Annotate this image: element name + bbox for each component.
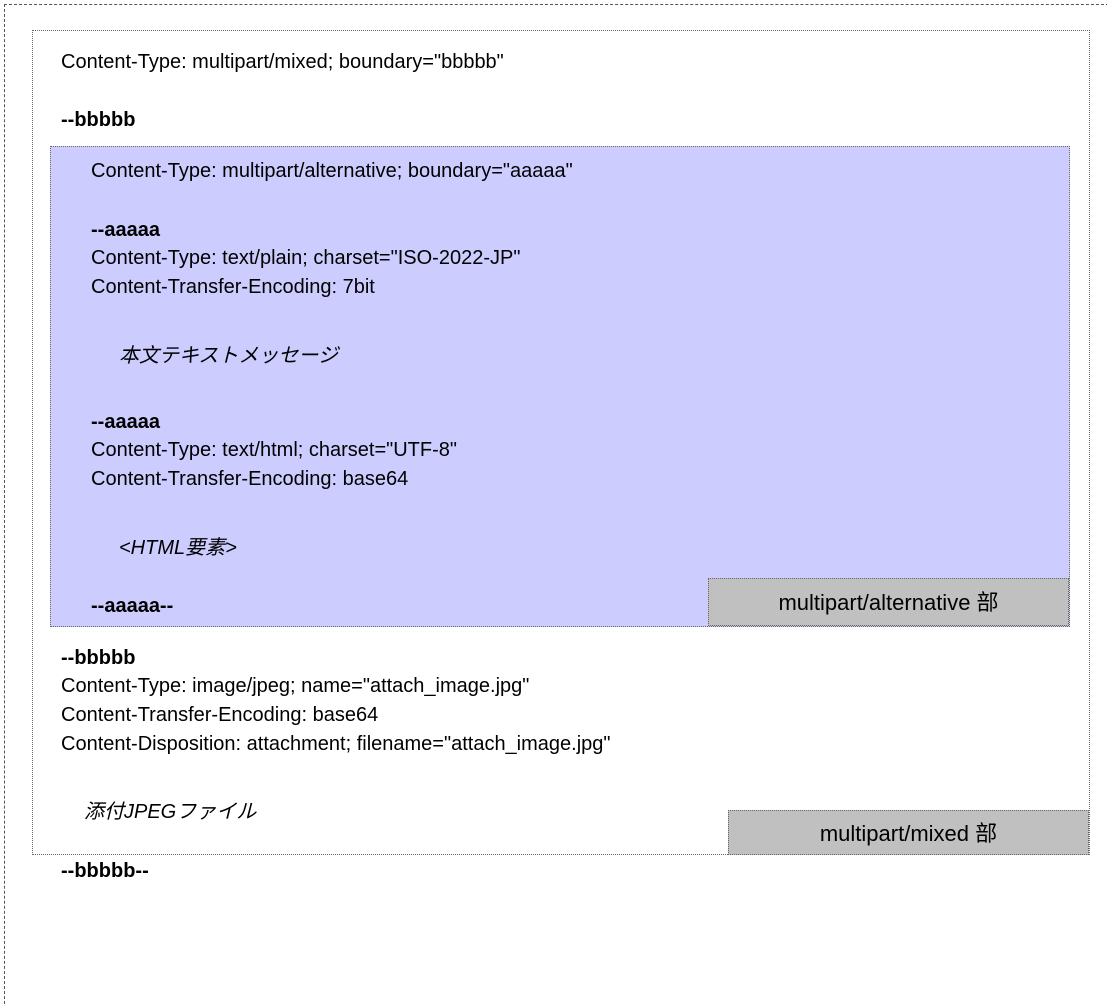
plain-transfer-encoding: Content-Transfer-Encoding: 7bit xyxy=(91,276,375,298)
attachment-body: 添付JPEGファイル xyxy=(84,801,257,823)
plain-text-body: 本文テキストメッセージ xyxy=(119,345,338,367)
mixed-content-type-header: Content-Type: multipart/mixed; boundary=… xyxy=(61,51,504,73)
alternative-boundary-end: --aaaaa-- xyxy=(91,595,174,617)
html-body: <HTML要素> xyxy=(119,537,237,559)
mixed-boundary-attachment: --bbbbb xyxy=(61,647,136,669)
html-content-type: Content-Type: text/html; charset="UTF-8" xyxy=(91,439,457,461)
attach-transfer-encoding: Content-Transfer-Encoding: base64 xyxy=(61,704,379,726)
mixed-boundary-start: --bbbbb xyxy=(61,109,136,131)
attach-content-type: Content-Type: image/jpeg; name="attach_i… xyxy=(61,675,530,697)
alternative-content-type-header: Content-Type: multipart/alternative; bou… xyxy=(91,160,573,182)
plain-content-type: Content-Type: text/plain; charset="ISO-2… xyxy=(91,247,521,269)
multipart-alternative-label: multipart/alternative 部 xyxy=(708,578,1069,626)
multipart-mixed-label: multipart/mixed 部 xyxy=(728,810,1089,855)
alternative-boundary-plain: --aaaaa xyxy=(91,219,160,241)
html-transfer-encoding: Content-Transfer-Encoding: base64 xyxy=(91,468,409,490)
mixed-boundary-end: --bbbbb-- xyxy=(61,860,149,882)
attach-content-disposition: Content-Disposition: attachment; filenam… xyxy=(61,733,611,755)
alternative-boundary-html: --aaaaa xyxy=(91,411,160,433)
